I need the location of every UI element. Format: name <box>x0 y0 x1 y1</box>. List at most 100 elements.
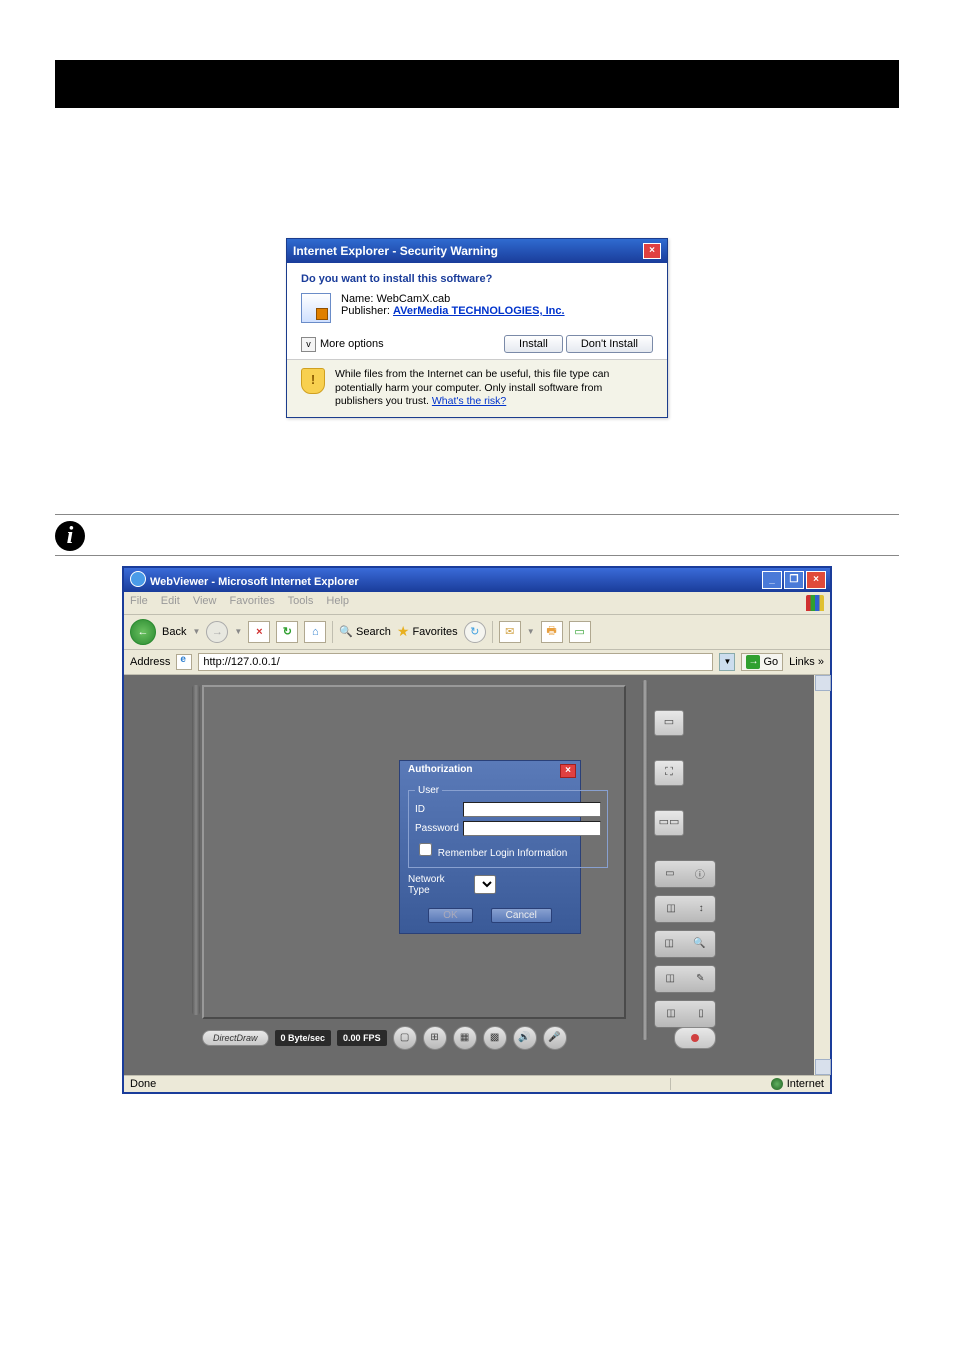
status-bar: Done Internet <box>124 1075 830 1092</box>
refresh-icon[interactable]: ↻ <box>276 621 298 643</box>
webcam-viewer: ▭ ⛶ ▭▭ ▭ⓘ ◫↕ ◫🔍 ◫✎ ◫▯ DirectDraw 0 Byte/… <box>184 680 724 1060</box>
security-warning-titlebar: Internet Explorer - Security Warning × <box>287 239 667 263</box>
ie-icon <box>130 571 146 587</box>
home-icon[interactable]: ⌂ <box>304 621 326 643</box>
menu-file[interactable]: File <box>130 595 148 607</box>
dont-install-button[interactable]: Don't Install <box>566 335 653 353</box>
security-zone: Internet <box>670 1078 824 1090</box>
discuss-icon[interactable]: ▭ <box>569 621 591 643</box>
whats-the-risk-link[interactable]: What's the risk? <box>432 395 506 407</box>
info-note: i <box>55 521 899 551</box>
windows-flag-icon <box>806 595 824 611</box>
auth-cancel-button[interactable]: Cancel <box>491 908 552 923</box>
quality-button[interactable]: ◫↕ <box>654 895 716 923</box>
status-text: Done <box>130 1078 156 1090</box>
bottom-controls: DirectDraw 0 Byte/sec 0.00 FPS ▢ ⊞ ▦ ▩ 🔊… <box>202 1021 722 1055</box>
back-button[interactable]: ← <box>130 619 156 645</box>
user-legend: User <box>415 785 442 796</box>
network-type-label: Network Type <box>408 874 468 896</box>
back-label: Back <box>162 626 186 638</box>
install-question: Do you want to install this software? <box>301 273 653 285</box>
page-icon <box>176 654 192 670</box>
separator <box>55 514 899 515</box>
menu-help[interactable]: Help <box>326 595 349 607</box>
more-options-toggle[interactable]: v More options <box>301 337 384 352</box>
close-icon[interactable]: × <box>643 243 661 259</box>
shield-warning-icon: ! <box>301 368 325 394</box>
more-options-label: More options <box>320 338 384 350</box>
favorites-button[interactable]: ★Favorites <box>397 623 458 640</box>
history-icon[interactable]: ↻ <box>464 621 486 643</box>
minimize-button[interactable]: _ <box>762 571 782 589</box>
warning-footer: ! While files from the Internet can be u… <box>287 359 667 417</box>
id-label: ID <box>415 804 463 815</box>
right-panel-strip <box>642 680 648 1040</box>
display-mode-1-button[interactable]: ▭ <box>654 710 684 736</box>
info-icon: i <box>55 521 85 551</box>
print-icon[interactable]: 🖶 <box>541 621 563 643</box>
go-button[interactable]: →Go <box>741 653 783 671</box>
user-fieldset: User ID Password Remember Login Informat… <box>408 785 608 868</box>
toolbar: ← Back ▼ → ▼ × ↻ ⌂ 🔍Search ★Favorites ↻ … <box>124 615 830 650</box>
render-mode[interactable]: DirectDraw <box>202 1030 269 1046</box>
close-button[interactable]: × <box>806 571 826 589</box>
links-label[interactable]: Links <box>789 656 824 668</box>
forward-button[interactable]: → <box>206 621 228 643</box>
zone-label: Internet <box>787 1078 824 1090</box>
network-type-select[interactable] <box>474 875 496 894</box>
fullscreen-button[interactable]: ⛶ <box>654 760 684 786</box>
separator <box>55 555 899 556</box>
ie-window: WebViewer - Microsoft Internet Explorer … <box>122 566 832 1094</box>
vertical-scrollbar[interactable] <box>814 675 830 1075</box>
chapter-header-bar <box>55 60 899 108</box>
ie-titlebar: WebViewer - Microsoft Internet Explorer … <box>124 568 830 592</box>
package-icon <box>301 293 331 323</box>
id-input[interactable] <box>463 802 601 817</box>
view-single-icon[interactable]: ▢ <box>393 1026 417 1050</box>
view-quad-icon[interactable]: ⊞ <box>423 1026 447 1050</box>
internet-zone-icon <box>771 1078 783 1090</box>
view-sixteen-icon[interactable]: ▩ <box>483 1026 507 1050</box>
remember-checkbox[interactable] <box>419 843 432 856</box>
snapshot-button[interactable]: ◫✎ <box>654 965 716 993</box>
file-name: WebCamX.cab <box>376 293 450 305</box>
password-input[interactable] <box>463 821 601 836</box>
channel-info-button[interactable]: ▭ⓘ <box>654 860 716 888</box>
mail-icon[interactable]: ✉ <box>499 621 521 643</box>
stop-icon[interactable]: × <box>248 621 270 643</box>
search-label: Search <box>356 626 391 638</box>
address-label: Address <box>130 656 170 668</box>
fps-display: 0.00 FPS <box>337 1030 387 1046</box>
auth-close-icon[interactable]: × <box>560 764 576 778</box>
dual-display-button[interactable]: ▭▭ <box>654 810 684 836</box>
password-label: Password <box>415 823 463 834</box>
go-label: Go <box>763 656 778 668</box>
zoom-button[interactable]: ◫🔍 <box>654 930 716 958</box>
publisher-link[interactable]: AVerMedia TECHNOLOGIES, Inc. <box>393 305 565 317</box>
menu-bar: File Edit View Favorites Tools Help <box>124 592 830 615</box>
auth-ok-button[interactable]: OK <box>428 908 472 923</box>
publisher-label: Publisher: <box>341 305 390 317</box>
maximize-button[interactable]: ❐ <box>784 571 804 589</box>
left-panel-strip <box>192 685 200 1015</box>
address-input[interactable] <box>198 653 713 671</box>
address-dropdown-icon[interactable]: ▼ <box>719 653 735 671</box>
auth-title: Authorization <box>408 764 472 778</box>
audio-icon[interactable]: 🔊 <box>513 1026 537 1050</box>
menu-tools[interactable]: Tools <box>288 595 314 607</box>
menu-view[interactable]: View <box>193 595 217 607</box>
menu-edit[interactable]: Edit <box>161 595 180 607</box>
menu-favorites[interactable]: Favorites <box>230 595 275 607</box>
go-arrow-icon: → <box>746 655 760 669</box>
name-label: Name: <box>341 293 373 305</box>
mic-icon[interactable]: 🎤 <box>543 1026 567 1050</box>
right-panel: ▭ ⛶ ▭▭ ▭ⓘ ◫↕ ◫🔍 ◫✎ ◫▯ <box>638 680 724 1060</box>
install-button[interactable]: Install <box>504 335 563 353</box>
window-title: WebViewer - Microsoft Internet Explorer <box>150 576 359 588</box>
toolbar-separator <box>332 621 333 643</box>
view-nine-icon[interactable]: ▦ <box>453 1026 477 1050</box>
chevron-down-icon: v <box>301 337 316 352</box>
search-button[interactable]: 🔍Search <box>339 625 391 638</box>
browser-content: ▭ ⛶ ▭▭ ▭ⓘ ◫↕ ◫🔍 ◫✎ ◫▯ DirectDraw 0 Byte/… <box>124 675 830 1075</box>
record-button[interactable] <box>674 1027 716 1049</box>
